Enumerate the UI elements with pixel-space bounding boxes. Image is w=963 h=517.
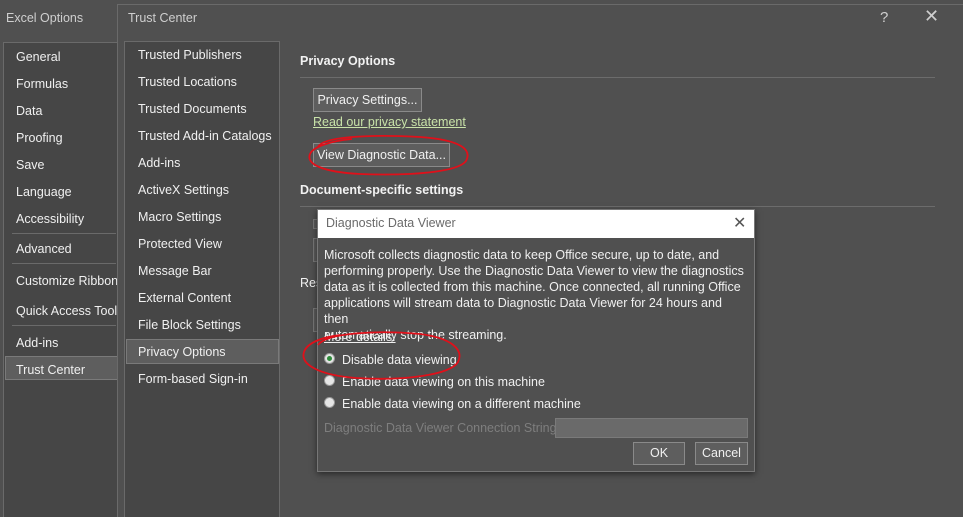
trust-nav-message-bar[interactable]: Message Bar <box>138 264 212 278</box>
excel-options-title: Excel Options <box>6 11 84 25</box>
option-label[interactable]: Disable data viewing <box>342 353 457 367</box>
radio-enable-different-machine[interactable] <box>324 397 335 408</box>
excel-nav-divider <box>12 325 116 326</box>
excel-nav-save[interactable]: Save <box>16 158 45 172</box>
document-settings-heading: Document-specific settings <box>300 183 464 197</box>
ok-button[interactable]: OK <box>633 442 685 465</box>
cancel-button[interactable]: Cancel <box>695 442 748 465</box>
description-line: data as it is collected from this machin… <box>324 280 741 294</box>
excel-nav-general[interactable]: General <box>16 50 60 64</box>
excel-nav-customize-ribbon[interactable]: Customize Ribbon <box>16 274 118 288</box>
excel-nav-formulas[interactable]: Formulas <box>16 77 68 91</box>
privacy-settings-button[interactable]: Privacy Settings... <box>313 88 422 112</box>
trust-nav-trusted-publishers[interactable]: Trusted Publishers <box>138 48 242 62</box>
trust-center-nav: Trusted Publishers Trusted Locations Tru… <box>124 41 280 517</box>
radio-enable-this-machine[interactable] <box>324 375 335 386</box>
trust-nav-trusted-documents[interactable]: Trusted Documents <box>138 102 247 116</box>
description-line: applications will stream data to Diagnos… <box>324 296 722 326</box>
trust-nav-activex-settings[interactable]: ActiveX Settings <box>138 183 229 197</box>
trust-nav-file-block-settings[interactable]: File Block Settings <box>138 318 241 332</box>
trust-nav-trusted-locations[interactable]: Trusted Locations <box>138 75 237 89</box>
excel-nav-add-ins[interactable]: Add-ins <box>16 336 58 350</box>
trust-nav-add-ins[interactable]: Add-ins <box>138 156 180 170</box>
excel-nav-accessibility[interactable]: Accessibility <box>16 212 84 226</box>
description-line: performing properly. Use the Diagnostic … <box>324 264 744 278</box>
radio-disable-data-viewing[interactable] <box>324 353 335 364</box>
trust-center-title: Trust Center <box>128 11 198 25</box>
excel-nav-trust-center[interactable]: Trust Center <box>16 363 85 377</box>
trust-nav-macro-settings[interactable]: Macro Settings <box>138 210 221 224</box>
dialog-description: Microsoft collects diagnostic data to ke… <box>324 247 744 343</box>
option-label[interactable]: Enable data viewing on a different machi… <box>342 397 581 411</box>
section-divider <box>300 77 935 78</box>
trust-nav-external-content[interactable]: External Content <box>138 291 231 305</box>
description-line: Microsoft collects diagnostic data to ke… <box>324 248 720 262</box>
option-label[interactable]: Enable data viewing on this machine <box>342 375 545 389</box>
dialog-close-icon[interactable]: ✕ <box>733 213 746 233</box>
privacy-options-heading: Privacy Options <box>300 54 396 68</box>
excel-nav-divider <box>12 233 116 234</box>
section-divider <box>300 206 935 207</box>
excel-nav-data[interactable]: Data <box>16 104 42 118</box>
excel-nav-divider <box>12 263 116 264</box>
excel-nav-language[interactable]: Language <box>16 185 72 199</box>
excel-options-nav: General Formulas Data Proofing Save Lang… <box>3 42 135 517</box>
view-diagnostic-data-button[interactable]: View Diagnostic Data... <box>313 143 450 167</box>
more-details-link[interactable]: More details. <box>324 330 396 344</box>
trust-nav-privacy-options[interactable]: Privacy Options <box>138 345 226 359</box>
connection-string-label: Diagnostic Data Viewer Connection String <box>324 421 557 435</box>
connection-string-input[interactable] <box>555 418 748 438</box>
trust-nav-form-based-sign-in[interactable]: Form-based Sign-in <box>138 372 248 386</box>
dialog-title: Diagnostic Data Viewer <box>326 216 456 230</box>
trust-nav-trusted-add-in-catalogs[interactable]: Trusted Add-in Catalogs <box>138 129 272 143</box>
excel-nav-advanced[interactable]: Advanced <box>16 242 72 256</box>
close-icon[interactable]: ✕ <box>924 6 939 27</box>
help-icon[interactable]: ? <box>880 9 888 26</box>
excel-nav-proofing[interactable]: Proofing <box>16 131 63 145</box>
trust-nav-protected-view[interactable]: Protected View <box>138 237 222 251</box>
privacy-statement-link[interactable]: Read our privacy statement <box>313 115 466 129</box>
